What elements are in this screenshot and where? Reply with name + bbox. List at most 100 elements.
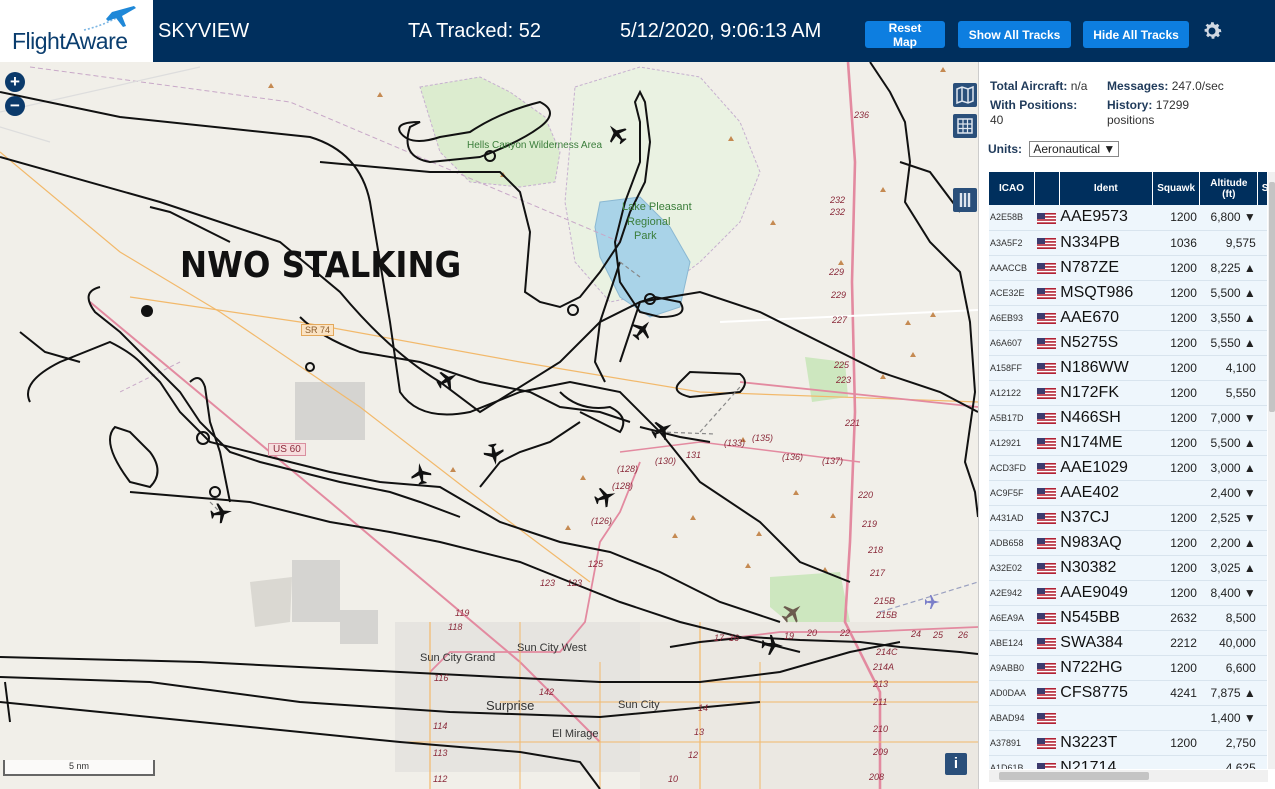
flag-cell	[1034, 655, 1060, 681]
table-row[interactable]: AD0DAA CFS8775 4241 7,875 ▲	[989, 680, 1267, 706]
wilderness-label: Hells Canyon Wilderness Area	[467, 140, 603, 151]
units-select[interactable]: Aeronautical ▼	[1029, 141, 1120, 157]
road-number: 22	[840, 628, 851, 638]
road-number: 209	[873, 747, 889, 757]
column-header-speed[interactable]: Sp	[1257, 172, 1267, 205]
icao-cell: A32E02	[989, 555, 1035, 581]
track-loop	[209, 486, 221, 498]
squawk-cell: 1200	[1152, 380, 1200, 406]
table-row[interactable]: A2E58B AAE9573 1200 6,800 ▼	[989, 205, 1267, 231]
aircraft-icon[interactable]	[209, 501, 233, 524]
speed-cell	[1257, 755, 1267, 769]
info-button[interactable]: i	[945, 753, 967, 775]
grid-overlay-button[interactable]	[953, 114, 977, 138]
table-row[interactable]: ADB658 N983AQ 1200 2,200 ▲	[989, 530, 1267, 556]
table-row[interactable]: A6EA9A N545BB 2632 8,500	[989, 605, 1267, 631]
aircraft-icon[interactable]	[482, 442, 505, 466]
road-number: 215B	[874, 596, 896, 606]
column-header-ident[interactable]: Ident	[1059, 172, 1153, 205]
horizontal-scrollbar[interactable]	[989, 770, 1268, 782]
altitude-cell: 5,550 ▲	[1199, 330, 1258, 356]
show-all-tracks-button[interactable]: Show All Tracks	[958, 21, 1071, 48]
reset-map-button[interactable]: Reset Map	[865, 21, 945, 49]
flag-cell	[1034, 280, 1060, 306]
aircraft-icon[interactable]	[628, 315, 657, 344]
table-row[interactable]: ABAD94 1,400 ▼	[989, 705, 1267, 731]
table-row[interactable]: ABE124 SWA384 2212 40,000	[989, 630, 1267, 656]
road-number: (135)	[752, 433, 774, 443]
speed-cell	[1257, 430, 1267, 456]
road-number: 123	[567, 578, 583, 588]
gear-icon[interactable]	[1200, 19, 1224, 43]
table-row[interactable]: A6A607 N5275S 1200 5,550 ▲	[989, 330, 1267, 356]
table-row[interactable]: ACE32E MSQT986 1200 5,500 ▲	[989, 280, 1267, 306]
table-row[interactable]: A9ABB0 N722HG 1200 6,600	[989, 655, 1267, 681]
table-row[interactable]: ACD3FD AAE1029 1200 3,000 ▲	[989, 455, 1267, 481]
units-label: Units:	[988, 142, 1022, 156]
map-canvas[interactable]	[0, 62, 978, 789]
map-view[interactable]: Hells Canyon Wilderness Area Lake Pleasa…	[0, 62, 978, 789]
column-header-altitude[interactable]: Altitude (ft)	[1199, 172, 1259, 205]
table-row[interactable]: A12122 N172FK 1200 5,550	[989, 380, 1267, 406]
us-flag-icon	[1037, 637, 1057, 649]
toggle-columns-button[interactable]	[953, 188, 977, 212]
scrollbar-thumb[interactable]	[999, 772, 1149, 780]
table-row[interactable]: A12921 N174ME 1200 5,500 ▲	[989, 430, 1267, 456]
aircraft-table-wrap[interactable]: ICAO Ident Squawk Altitude (ft) Sp A2E58…	[989, 172, 1267, 769]
speed-cell	[1257, 230, 1267, 256]
zoom-out-button[interactable]: −	[5, 96, 25, 116]
column-header-flag[interactable]	[1034, 172, 1060, 205]
altitude-cell: 5,550	[1199, 380, 1258, 406]
table-row[interactable]: A158FF N186WW 1200 4,100	[989, 355, 1267, 381]
altitude-cell: 3,550 ▲	[1199, 305, 1258, 331]
ident-cell: AAE670	[1059, 305, 1153, 331]
column-header-icao[interactable]: ICAO	[989, 172, 1035, 205]
table-row[interactable]: A37891 N3223T 1200 2,750	[989, 730, 1267, 756]
road-number: 225	[834, 360, 850, 370]
us-flag-icon	[1037, 687, 1057, 699]
road-number: 232	[830, 207, 846, 217]
table-row[interactable]: A6EB93 AAE670 1200 3,550 ▲	[989, 305, 1267, 331]
squawk-cell	[1152, 755, 1200, 769]
scrollbar-thumb[interactable]	[1269, 182, 1275, 412]
table-row[interactable]: AC9F5F AAE402 2,400 ▼	[989, 480, 1267, 506]
flag-cell	[1034, 455, 1060, 481]
icao-cell: A3A5F2	[989, 230, 1035, 256]
park-regional-label: Regional	[627, 216, 671, 228]
flag-cell	[1034, 505, 1060, 531]
road-number: 223	[836, 375, 852, 385]
us-flag-icon	[1037, 762, 1057, 769]
sr74-shield: SR 74	[301, 324, 335, 336]
flag-cell	[1034, 355, 1060, 381]
flightaware-logo[interactable]: FlightAware	[0, 0, 153, 62]
table-row[interactable]: A1D61B N21714 4,625	[989, 755, 1267, 769]
table-row[interactable]: A3A5F2 N334PB 1036 9,575	[989, 230, 1267, 256]
road-number: 19	[784, 631, 795, 641]
vertical-scrollbar[interactable]	[1268, 172, 1275, 769]
aircraft-icon[interactable]	[409, 461, 432, 485]
squawk-cell	[1152, 480, 1200, 506]
flag-cell	[1034, 555, 1060, 581]
table-row[interactable]: AAACCB N787ZE 1200 8,225 ▲	[989, 255, 1267, 281]
road-number: 14	[698, 703, 709, 713]
squawk-cell: 1200	[1152, 255, 1200, 281]
us-flag-icon	[1037, 662, 1057, 674]
surprise-label: Surprise	[486, 698, 535, 713]
zoom-in-button[interactable]: +	[5, 72, 25, 92]
table-row[interactable]: A32E02 N30382 1200 3,025 ▲	[989, 555, 1267, 581]
aircraft-table-body: A2E58B AAE9573 1200 6,800 ▼ A3A5F2 N334PB 1036…	[989, 205, 1267, 769]
speed-cell	[1257, 355, 1267, 381]
map-layer-button[interactable]	[953, 83, 977, 107]
table-row[interactable]: A5B17D N466SH 1200 7,000 ▼	[989, 405, 1267, 431]
column-header-squawk[interactable]: Squawk	[1152, 172, 1201, 205]
us-flag-icon	[1037, 487, 1057, 499]
us-flag-icon	[1037, 362, 1057, 374]
flag-cell	[1034, 580, 1060, 606]
table-row[interactable]: A431AD N37CJ 1200 2,525 ▼	[989, 505, 1267, 531]
table-row[interactable]: A2E942 AAE9049 1200 8,400 ▼	[989, 580, 1267, 606]
altitude-cell: 8,400 ▼	[1199, 580, 1258, 606]
hide-all-tracks-button[interactable]: Hide All Tracks	[1083, 21, 1189, 48]
with-positions-label-wrap: With Positions:	[990, 98, 1077, 112]
ident-cell: N21714	[1059, 755, 1153, 769]
ident-cell: N3223T	[1059, 730, 1153, 756]
